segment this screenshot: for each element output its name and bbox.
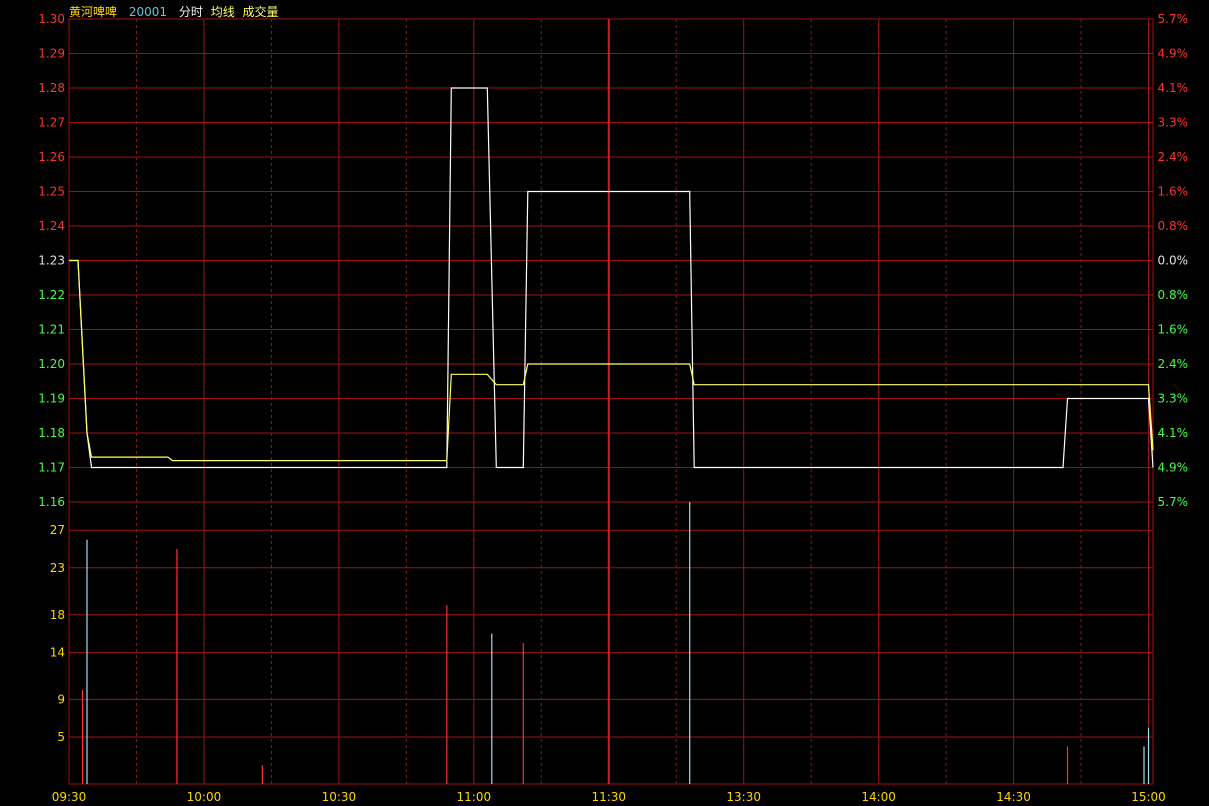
time-tick-label: 15:00 bbox=[1131, 790, 1166, 804]
time-tick-label: 13:30 bbox=[726, 790, 761, 804]
price-tick-label: 1.28 bbox=[38, 81, 65, 95]
price-tick-label: 1.23 bbox=[38, 254, 65, 268]
time-tick-label: 11:30 bbox=[591, 790, 626, 804]
mode-volume[interactable]: 成交量 bbox=[243, 5, 279, 19]
percent-tick-label: 5.7% bbox=[1158, 12, 1189, 26]
time-tick-label: 11:00 bbox=[457, 790, 492, 804]
price-tick-label: 1.30 bbox=[38, 12, 65, 26]
percent-tick-label: 5.7% bbox=[1158, 495, 1189, 509]
percent-tick-label: 0.8% bbox=[1158, 219, 1189, 233]
percent-tick-label: 3.3% bbox=[1158, 392, 1189, 406]
time-tick-label: 09:30 bbox=[52, 790, 87, 804]
mode-intraday[interactable]: 分时 bbox=[179, 5, 203, 19]
volume-tick-label: 5 bbox=[57, 730, 65, 744]
chart-grid bbox=[68, 18, 1154, 785]
chart-frame bbox=[68, 18, 1154, 785]
price-tick-label: 1.25 bbox=[38, 185, 65, 199]
price-tick-label: 1.22 bbox=[38, 288, 65, 302]
price-tick-label: 1.24 bbox=[38, 219, 65, 233]
percent-tick-label: 4.1% bbox=[1158, 81, 1189, 95]
average-series-line bbox=[69, 259, 1154, 462]
price-tick-label: 1.17 bbox=[38, 461, 65, 475]
time-tick-label: 14:30 bbox=[996, 790, 1031, 804]
price-tick-label: 1.27 bbox=[38, 116, 65, 130]
chart-header: 黄河啤啤 20001 分时 均线 成交量 bbox=[69, 3, 287, 20]
volume-bars bbox=[81, 502, 1150, 784]
price-tick-label: 1.18 bbox=[38, 426, 65, 440]
percent-tick-label: 2.4% bbox=[1158, 150, 1189, 164]
mode-average[interactable]: 均线 bbox=[211, 5, 235, 19]
price-tick-label: 1.26 bbox=[38, 150, 65, 164]
price-tick-label: 1.16 bbox=[38, 495, 65, 509]
volume-tick-label: 9 bbox=[57, 692, 65, 706]
percent-tick-label: 0.0% bbox=[1158, 254, 1189, 268]
percent-tick-label: 2.4% bbox=[1158, 357, 1189, 371]
price-tick-label: 1.20 bbox=[38, 357, 65, 371]
price-tick-label: 1.19 bbox=[38, 392, 65, 406]
percent-tick-label: 4.1% bbox=[1158, 426, 1189, 440]
stock-name: 黄河啤啤 bbox=[69, 5, 118, 19]
time-tick-label: 10:00 bbox=[187, 790, 222, 804]
time-tick-label: 14:00 bbox=[861, 790, 896, 804]
volume-tick-label: 14 bbox=[50, 645, 65, 659]
percent-tick-label: 4.9% bbox=[1158, 461, 1189, 475]
time-tick-label: 10:30 bbox=[322, 790, 357, 804]
percent-tick-label: 3.3% bbox=[1158, 116, 1189, 130]
price-lines bbox=[69, 87, 1154, 469]
percent-tick-label: 1.6% bbox=[1158, 323, 1189, 337]
volume-tick-label: 27 bbox=[50, 523, 65, 537]
volume-tick-label: 23 bbox=[50, 561, 65, 575]
volume-tick-label: 18 bbox=[50, 608, 65, 622]
percent-tick-label: 1.6% bbox=[1158, 185, 1189, 199]
stock-code: 20001 bbox=[128, 5, 168, 19]
chart-canvas: 1.30 5.7% 1.29 4.9% 1.28 4.1% 1.27 3.3% 1.26 2.4%… bbox=[38, 12, 1188, 804]
price-tick-label: 1.21 bbox=[38, 323, 65, 337]
percent-tick-label: 4.9% bbox=[1158, 47, 1189, 61]
percent-tick-label: 0.8% bbox=[1158, 288, 1189, 302]
price-series-line bbox=[69, 87, 1154, 469]
price-tick-label: 1.29 bbox=[38, 47, 65, 61]
axis-labels: 1.30 5.7% 1.29 4.9% 1.28 4.1% 1.27 3.3% 1.26 2.4%… bbox=[38, 12, 1188, 804]
